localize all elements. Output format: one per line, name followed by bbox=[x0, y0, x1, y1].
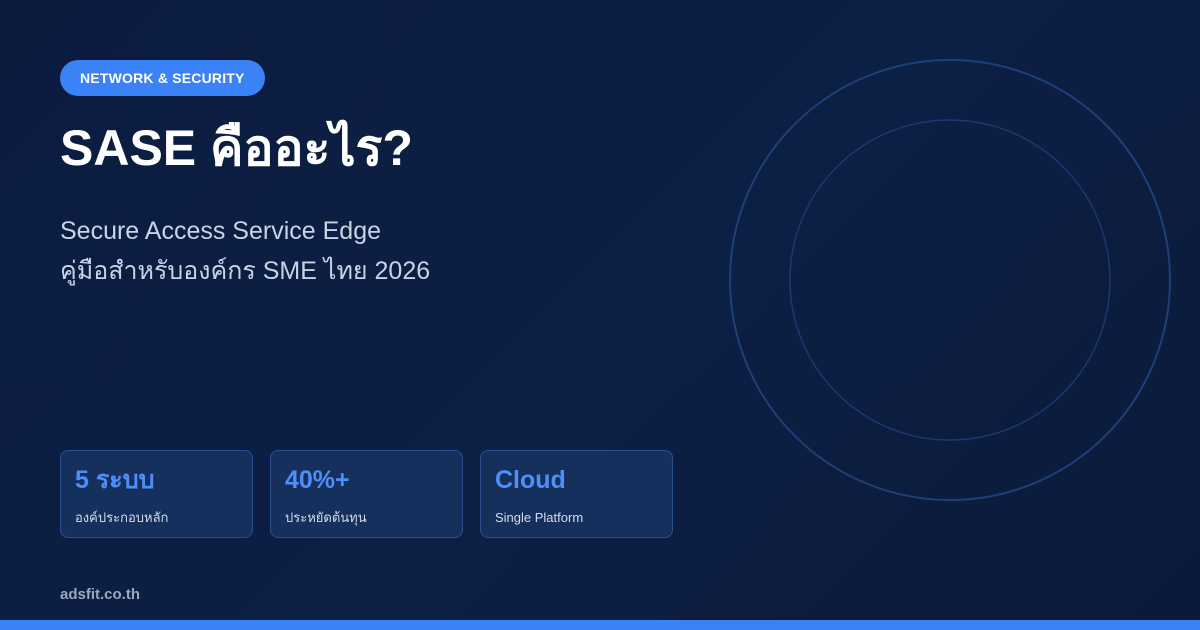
subtitle-line-1: Secure Access Service Edge bbox=[60, 217, 381, 245]
stat-card-components: 5 ระบบ องค์ประกอบหลัก bbox=[60, 450, 253, 538]
stat-card-platform: Cloud Single Platform bbox=[480, 450, 673, 538]
stat-value: Cloud bbox=[495, 466, 566, 494]
category-badge: NETWORK & SECURITY bbox=[60, 60, 265, 96]
outer-ring bbox=[729, 59, 1171, 501]
stat-value: 5 ระบบ bbox=[75, 466, 155, 494]
page-title: SASE คืออะไร? bbox=[60, 120, 413, 176]
subtitle-line-2: คู่มือสำหรับองค์กร SME ไทย 2026 bbox=[60, 257, 431, 285]
footer-domain: adsfit.co.th bbox=[60, 586, 141, 603]
stat-value: 40%+ bbox=[285, 466, 350, 494]
stat-label: Single Platform bbox=[495, 510, 584, 525]
inner-ring bbox=[789, 119, 1111, 441]
stat-card-savings: 40%+ ประหยัดต้นทุน bbox=[270, 450, 463, 538]
bottom-accent-bar bbox=[0, 620, 1200, 630]
stat-label: องค์ประกอบหลัก bbox=[75, 510, 169, 525]
stat-label: ประหยัดต้นทุน bbox=[285, 510, 367, 525]
